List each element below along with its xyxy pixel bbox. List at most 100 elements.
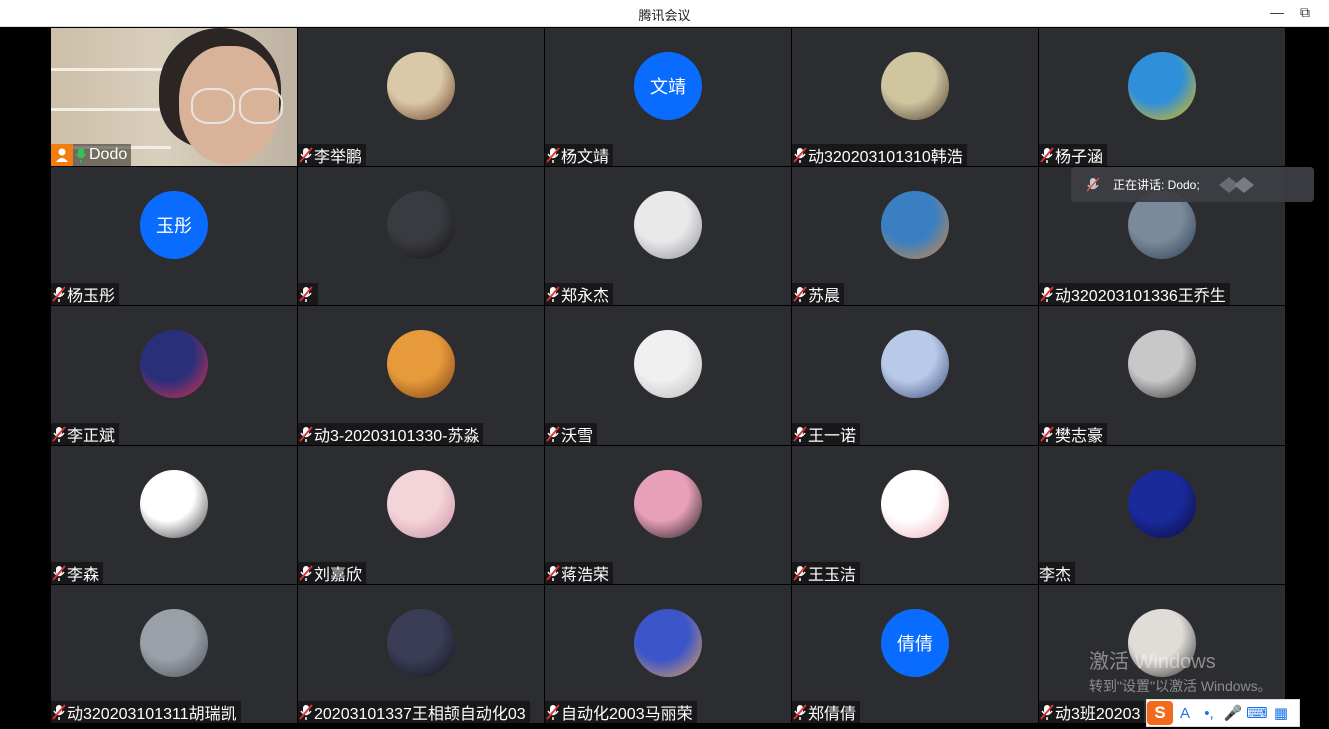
participant-name: 动3班20203 <box>1055 705 1141 723</box>
name-bar: 动320203101310韩浩 <box>792 144 967 167</box>
mic-muted-icon <box>792 423 808 445</box>
mic-muted-icon <box>51 423 67 445</box>
participant-name: 王玉洁 <box>808 566 857 584</box>
participant-name: 李杰 <box>1039 566 1072 584</box>
participant-name: 李森 <box>67 566 100 584</box>
name-bar: 刘嘉欣 <box>298 561 367 584</box>
ime-menu-icon[interactable]: ▦ <box>1269 701 1293 725</box>
loading-icon <box>1218 176 1254 193</box>
participant-tile[interactable]: 王玉洁 <box>792 445 1038 584</box>
mic-muted-icon <box>545 283 561 305</box>
participant-name: 蒋浩荣 <box>561 566 610 584</box>
participant-name: 樊志豪 <box>1055 427 1104 445</box>
ime-punct-toggle[interactable]: •, <box>1197 701 1221 725</box>
name-bar: 动3班20203 <box>1039 700 1145 723</box>
avatar-image <box>1128 330 1196 399</box>
ime-keyboard-icon[interactable]: ⌨ <box>1245 701 1269 725</box>
avatar-image <box>140 330 208 399</box>
title-bar: 腾讯会议 — ⧉ <box>0 0 1329 27</box>
participant-tile[interactable]: 动320203101311胡瑞凯 <box>51 584 297 723</box>
participant-tile[interactable] <box>298 167 544 306</box>
mic-muted-icon <box>545 701 561 723</box>
participant-tile[interactable]: 动3-20203101330-苏淼 <box>298 306 544 445</box>
avatar-image <box>387 469 455 538</box>
mic-muted-icon <box>298 423 314 445</box>
mic-muted-icon <box>51 283 67 305</box>
glasses-left <box>191 88 235 124</box>
mic-muted-icon <box>51 701 67 723</box>
participant-tile[interactable]: 苏晨 <box>792 167 1038 306</box>
mic-on-icon <box>73 144 89 166</box>
host-icon <box>51 144 73 167</box>
avatar-image <box>881 330 949 399</box>
participant-tile[interactable]: 倩倩 郑倩倩 <box>792 584 1038 723</box>
ime-toolbar[interactable]: S A •, 🎤 ⌨ ▦ <box>1146 699 1300 727</box>
participant-tile[interactable]: 玉彤 杨玉彤 <box>51 167 297 306</box>
participant-name: 郑永杰 <box>561 288 610 306</box>
avatar-image <box>140 608 208 677</box>
restore-button[interactable]: ⧉ <box>1294 2 1316 22</box>
avatar-image <box>881 52 949 120</box>
participant-name: 杨玉彤 <box>67 288 116 306</box>
name-bar: 王一诺 <box>792 422 861 445</box>
name-bar: 自动化2003马丽荣 <box>545 700 697 723</box>
participant-tile[interactable]: 李举鹏 <box>298 28 544 167</box>
name-bar: 苏晨 <box>792 283 845 306</box>
name-bar: 李举鹏 <box>298 144 367 167</box>
avatar-image <box>387 330 455 399</box>
mic-muted-icon <box>298 144 314 166</box>
window-title: 腾讯会议 <box>638 8 691 23</box>
participant-tile[interactable]: 20203101337王相颉自动化03 <box>298 584 544 723</box>
ime-lang-toggle[interactable]: A <box>1173 701 1197 725</box>
mic-muted-icon <box>792 144 808 166</box>
participant-name: 动320203101310韩浩 <box>808 149 963 167</box>
participant-tile[interactable]: 王一诺 <box>792 306 1038 445</box>
avatar-image <box>634 608 702 677</box>
avatar-image <box>881 469 949 538</box>
sogou-logo-icon[interactable]: S <box>1147 701 1173 725</box>
mic-muted-icon <box>545 144 561 166</box>
participant-tile[interactable]: 自动化2003马丽荣 <box>545 584 791 723</box>
name-bar: 动320203101336王乔生 <box>1039 283 1230 306</box>
participant-tile[interactable]: 李森 <box>51 445 297 584</box>
participant-name: 王一诺 <box>808 427 857 445</box>
participant-tile[interactable]: 郑永杰 <box>545 167 791 306</box>
speaking-indicator: 正在讲话: Dodo; <box>1071 167 1314 202</box>
participant-tile[interactable]: Dodo <box>51 28 297 167</box>
name-bar <box>298 283 318 306</box>
mic-muted-icon <box>298 562 314 584</box>
ime-voice-icon[interactable]: 🎤 <box>1221 701 1245 725</box>
participant-name: 动320203101336王乔生 <box>1055 288 1226 306</box>
participant-name: 20203101337王相颉自动化03 <box>314 705 526 723</box>
mic-muted-icon <box>792 283 808 305</box>
participant-tile[interactable]: 蒋浩荣 <box>545 445 791 584</box>
participant-tile[interactable]: 动320203101310韩浩 <box>792 28 1038 167</box>
participant-tile[interactable]: 李正斌 <box>51 306 297 445</box>
name-bar: 李森 <box>51 561 104 584</box>
mic-muted-icon <box>1039 283 1055 305</box>
name-bar: 王玉洁 <box>792 561 861 584</box>
avatar-image <box>387 608 455 677</box>
participant-tile[interactable]: 李杰 <box>1039 445 1285 584</box>
participant-name: 郑倩倩 <box>808 705 857 723</box>
mic-muted-icon <box>545 562 561 584</box>
minimize-button[interactable]: — <box>1266 2 1288 22</box>
participant-name: 刘嘉欣 <box>314 566 363 584</box>
avatar-image <box>140 469 208 538</box>
participant-name: 自动化2003马丽荣 <box>561 705 693 723</box>
participant-tile[interactable]: 沃雪 <box>545 306 791 445</box>
name-bar: 动320203101311胡瑞凯 <box>51 700 241 723</box>
mic-muted-icon <box>1039 701 1055 723</box>
name-bar: 20203101337王相颉自动化03 <box>298 700 530 723</box>
name-bar: 沃雪 <box>545 422 598 445</box>
participant-name: 李举鹏 <box>314 149 363 167</box>
participant-tile[interactable]: 杨子涵 <box>1039 28 1285 167</box>
participant-tile[interactable]: 樊志豪 <box>1039 306 1285 445</box>
name-bar: 杨子涵 <box>1039 144 1108 167</box>
avatar-image <box>881 191 949 260</box>
participant-grid: Dodo 李举鹏 文靖 杨文靖 动320203101310韩浩 杨子涵玉彤 杨玉彤郑永杰 苏晨… <box>51 28 1285 723</box>
participant-tile[interactable]: 文靖 杨文靖 <box>545 28 791 167</box>
windows-activation-watermark: 激活 Windows 转到"设置"以激活 Windows。 <box>1089 645 1272 696</box>
participant-tile[interactable]: 刘嘉欣 <box>298 445 544 584</box>
participant-name: 杨子涵 <box>1055 149 1104 167</box>
